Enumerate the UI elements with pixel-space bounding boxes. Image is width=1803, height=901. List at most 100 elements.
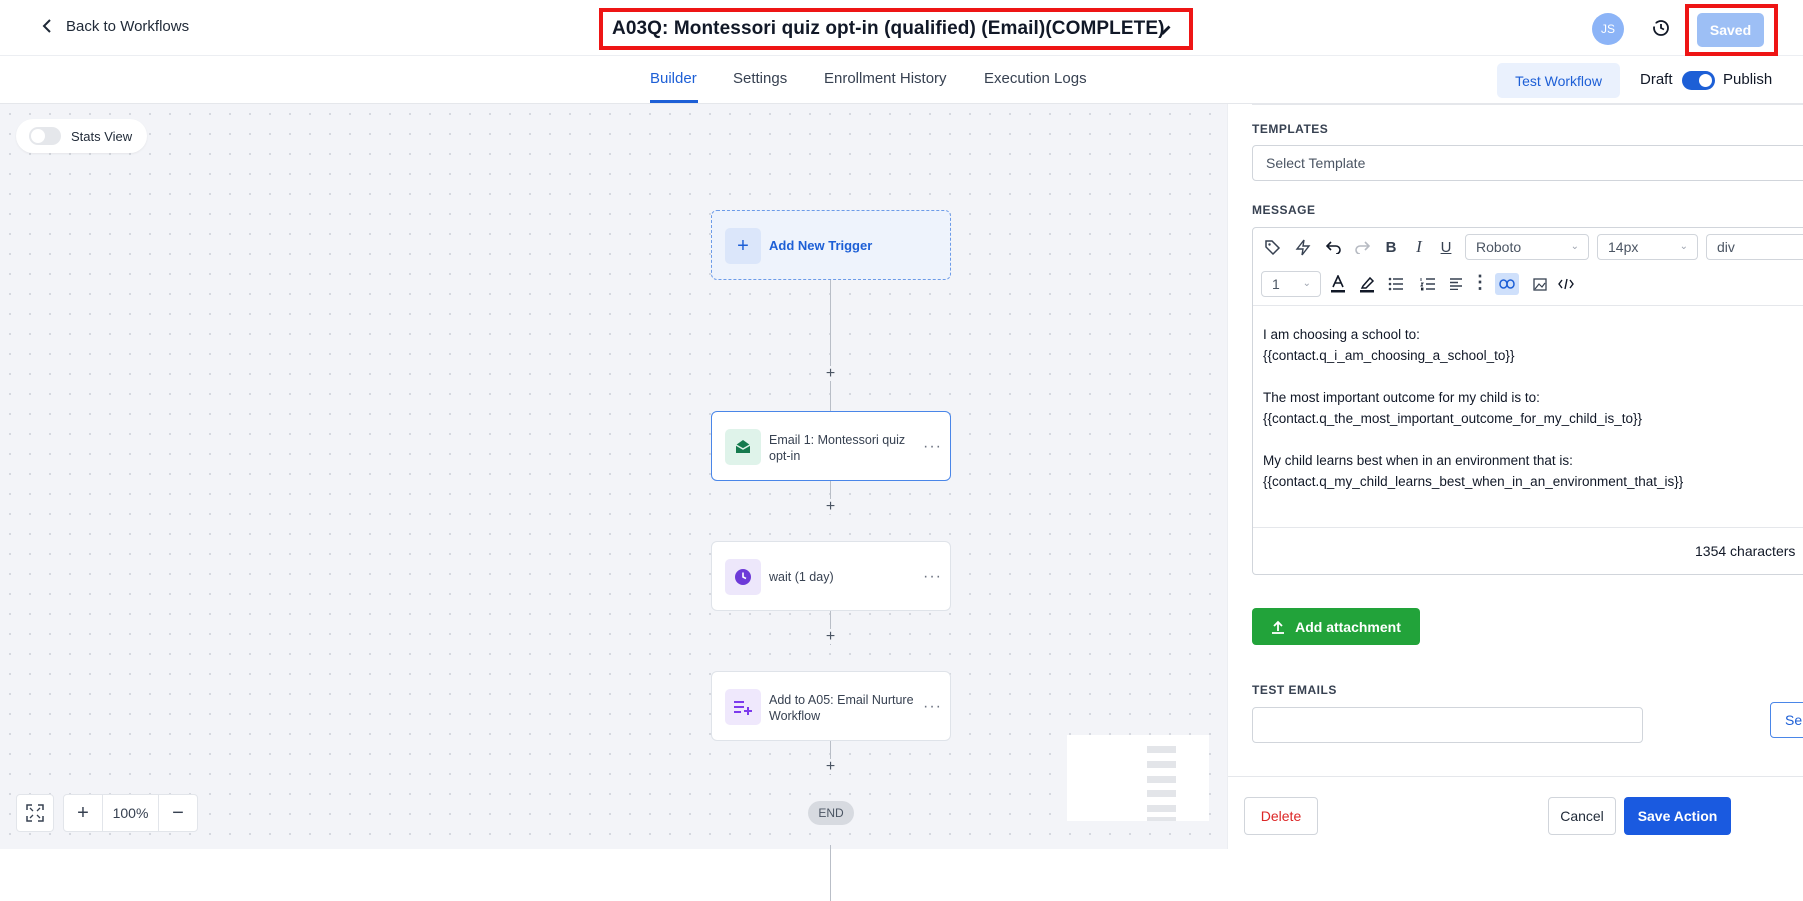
node-label: wait (1 day) <box>769 570 834 584</box>
tab-execution-logs[interactable]: Execution Logs <box>984 70 1087 87</box>
workflow-canvas[interactable]: Stats View + Add New Trigger + Email 1: … <box>0 104 1227 901</box>
tab-enrollment-history[interactable]: Enrollment History <box>824 70 947 87</box>
block-format-value: div <box>1717 239 1735 255</box>
plus-icon: + <box>725 228 761 264</box>
stats-switch[interactable] <box>29 127 61 145</box>
test-emails-label: TEST EMAILS <box>1252 683 1337 697</box>
link-icon[interactable] <box>1495 273 1519 295</box>
font-family-select[interactable]: Roboto ⌄ <box>1465 234 1589 260</box>
add-step-plus-icon[interactable]: + <box>823 366 838 382</box>
history-icon[interactable] <box>1651 18 1671 38</box>
minimap[interactable] <box>1067 735 1209 821</box>
clock-icon <box>725 559 761 595</box>
back-to-workflows-link[interactable]: Back to Workflows <box>38 17 189 35</box>
add-attachment-button[interactable]: Add attachment <box>1252 608 1420 645</box>
font-family-value: Roboto <box>1476 239 1522 255</box>
draft-label: Draft <box>1640 71 1673 88</box>
template-select-placeholder: Select Template <box>1266 155 1366 171</box>
font-size-value: 14px <box>1608 239 1639 255</box>
image-icon[interactable] <box>1529 273 1551 295</box>
avatar[interactable]: JS <box>1592 13 1624 45</box>
line-height-value: 1 <box>1272 276 1280 292</box>
email-icon <box>725 429 761 465</box>
bold-icon[interactable]: B <box>1380 236 1402 258</box>
editor-toolbar-row-2: 1 ⌄ ⋮ <box>1253 266 1803 306</box>
template-select[interactable]: Select Template <box>1252 145 1803 181</box>
zoom-controls: + 100% − <box>63 794 198 832</box>
code-view-icon[interactable] <box>1555 273 1577 295</box>
workflow-node-wait[interactable]: wait (1 day) ··· <box>711 541 951 611</box>
highlight-color-icon[interactable] <box>1356 273 1378 295</box>
expand-icon <box>26 804 44 822</box>
publish-label: Publish <box>1723 71 1773 88</box>
line-height-select[interactable]: 1 ⌄ <box>1261 271 1321 297</box>
underline-icon[interactable]: U <box>1435 236 1457 258</box>
message-line: {{contact.q_i_am_choosing_a_school_to}} <box>1263 348 1515 363</box>
message-line: My child learns best when in an environm… <box>1263 453 1573 468</box>
action-panel: TEMPLATES Select Template MESSAGE B I U … <box>1227 104 1803 849</box>
message-line: {{contact.q_my_child_learns_best_when_in… <box>1263 474 1684 489</box>
message-editor[interactable]: B I U Roboto ⌄ 14px ⌄ div 1 ⌄ ⋮ I am cho… <box>1252 227 1803 575</box>
add-to-list-icon <box>725 689 761 725</box>
message-body[interactable]: I am choosing a school to: {{contact.q_i… <box>1263 324 1803 492</box>
font-size-select[interactable]: 14px ⌄ <box>1597 234 1698 260</box>
message-line: {{contact.q_the_most_important_outcome_f… <box>1263 411 1642 426</box>
zoom-out-button[interactable]: − <box>159 795 197 831</box>
zoom-in-button[interactable]: + <box>64 795 102 831</box>
message-line: I am choosing a school to: <box>1263 327 1420 342</box>
workflow-title[interactable]: A03Q: Montessori quiz opt-in (qualified)… <box>612 18 1165 40</box>
lightning-icon[interactable] <box>1292 236 1314 258</box>
add-step-plus-icon[interactable]: + <box>823 499 838 515</box>
align-icon[interactable] <box>1445 273 1467 295</box>
bullet-list-icon[interactable] <box>1385 273 1407 295</box>
node-label: Email 1: Montessori quiz opt-in <box>769 433 906 463</box>
add-attachment-label: Add attachment <box>1295 618 1401 635</box>
editor-toolbar-row-1: B I U Roboto ⌄ 14px ⌄ div <box>1253 228 1803 266</box>
node-menu-icon[interactable]: ··· <box>923 568 942 586</box>
text-color-icon[interactable] <box>1327 273 1349 295</box>
message-line: The most important outcome for my child … <box>1263 390 1540 405</box>
fit-view-button[interactable] <box>16 794 54 832</box>
workflow-title-highlight: A03Q: Montessori quiz opt-in (qualified)… <box>599 8 1193 50</box>
chevron-left-icon <box>42 19 51 33</box>
templates-label: TEMPLATES <box>1252 122 1329 136</box>
workflow-node-email[interactable]: Email 1: Montessori quiz opt-in ··· <box>711 411 951 481</box>
chevron-down-icon: ⌄ <box>1570 241 1579 252</box>
panel-footer: Delete Cancel Save Action <box>1228 776 1803 849</box>
add-step-plus-icon[interactable]: + <box>823 629 838 645</box>
add-trigger-node[interactable]: + Add New Trigger <box>711 210 951 280</box>
block-format-select[interactable]: div <box>1706 234 1803 260</box>
active-tab-indicator <box>650 100 698 103</box>
add-trigger-label: Add New Trigger <box>769 238 873 253</box>
cancel-button[interactable]: Cancel <box>1548 797 1616 835</box>
chevron-down-icon: ⌄ <box>1302 278 1311 289</box>
node-menu-icon[interactable]: ··· <box>923 698 942 716</box>
tabs-bar: Builder Settings Enrollment History Exec… <box>0 57 1803 104</box>
redo-icon[interactable] <box>1351 236 1373 258</box>
test-emails-input[interactable] <box>1252 707 1643 743</box>
italic-icon[interactable]: I <box>1408 236 1430 258</box>
test-workflow-button[interactable]: Test Workflow <box>1497 63 1620 98</box>
saved-button[interactable]: Saved <box>1697 13 1764 47</box>
undo-icon[interactable] <box>1323 236 1345 258</box>
node-menu-icon[interactable]: ··· <box>923 438 942 456</box>
chevron-down-icon: ⌄ <box>1679 241 1688 252</box>
add-step-plus-icon[interactable]: + <box>823 759 838 775</box>
stats-view-toggle[interactable]: Stats View <box>16 119 147 153</box>
stats-view-label: Stats View <box>71 128 133 144</box>
pencil-icon[interactable] <box>1159 23 1173 37</box>
send-test-button[interactable]: Se <box>1770 702 1803 738</box>
save-action-button[interactable]: Save Action <box>1624 797 1731 835</box>
tab-builder[interactable]: Builder <box>650 70 697 87</box>
numbered-list-icon[interactable] <box>1417 273 1439 295</box>
upload-icon <box>1272 620 1285 634</box>
tab-settings[interactable]: Settings <box>733 70 787 87</box>
delete-button[interactable]: Delete <box>1244 797 1318 835</box>
divider <box>1252 104 1803 105</box>
message-label: MESSAGE <box>1252 203 1316 217</box>
tag-icon[interactable] <box>1261 236 1283 258</box>
publish-toggle[interactable] <box>1682 71 1715 90</box>
node-label: Add to A05: Email Nurture Workflow <box>769 693 914 723</box>
more-options-icon[interactable]: ⋮ <box>1469 271 1491 293</box>
workflow-node-add-to-workflow[interactable]: Add to A05: Email Nurture Workflow ··· <box>711 671 951 741</box>
